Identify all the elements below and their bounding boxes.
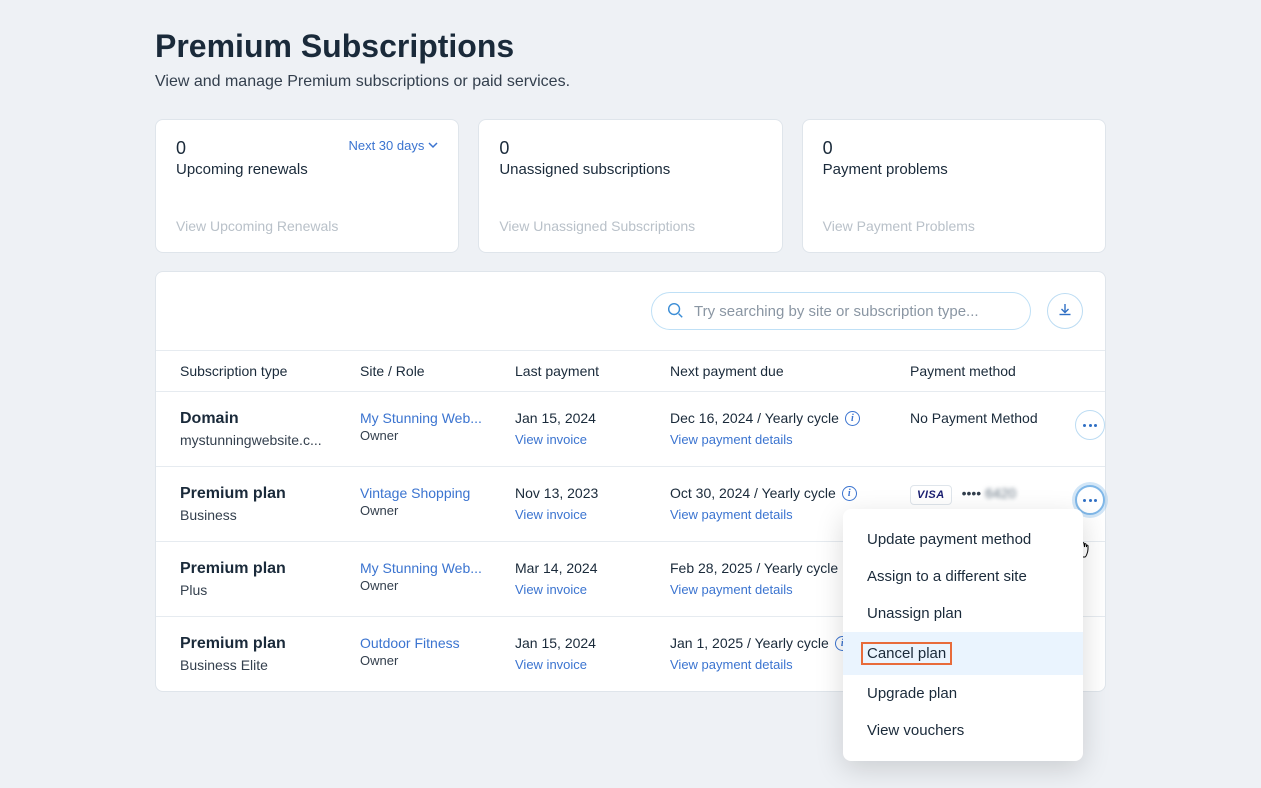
summary-cards: 0 Upcoming renewals Next 30 days View Up… <box>155 119 1106 253</box>
more-icon <box>1083 499 1097 502</box>
card-unassigned-subscriptions: 0 Unassigned subscriptions View Unassign… <box>478 119 782 253</box>
download-button[interactable] <box>1047 293 1083 329</box>
site-link[interactable]: My Stunning Web... <box>360 560 500 576</box>
col-payment-method: Payment method <box>910 363 1075 379</box>
col-last-payment: Last payment <box>515 363 670 379</box>
view-payment-details-link[interactable]: View payment details <box>670 657 793 672</box>
page-subtitle: View and manage Premium subscriptions or… <box>155 73 1106 91</box>
last-payment-date: Mar 14, 2024 <box>515 560 670 576</box>
col-next-payment: Next payment due <box>670 363 910 379</box>
col-site-role: Site / Role <box>360 363 515 379</box>
table-row: Premium plan Business Vintage Shopping O… <box>156 467 1105 542</box>
role-label: Owner <box>360 428 515 443</box>
view-invoice-link[interactable]: View invoice <box>515 432 587 447</box>
page-title: Premium Subscriptions <box>155 28 1106 65</box>
subscription-subtype: Plus <box>180 582 360 598</box>
site-link[interactable]: My Stunning Web... <box>360 410 500 426</box>
role-label: Owner <box>360 503 515 518</box>
card-payment-problems: 0 Payment problems View Payment Problems <box>802 119 1106 253</box>
subscriptions-table: Subscription type Site / Role Last payme… <box>155 271 1106 692</box>
menu-upgrade-plan[interactable]: Upgrade plan <box>843 675 1083 712</box>
subscription-type: Premium plan <box>180 635 360 653</box>
view-invoice-link[interactable]: View invoice <box>515 507 587 522</box>
role-label: Owner <box>360 578 515 593</box>
card-count: 0 <box>176 138 308 159</box>
view-payment-details-link[interactable]: View payment details <box>670 582 793 597</box>
table-header: Subscription type Site / Role Last payme… <box>156 350 1105 392</box>
card-label: Unassigned subscriptions <box>499 161 670 178</box>
next-payment-text: Feb 28, 2025 / Yearly cycle <box>670 560 838 576</box>
card-link[interactable]: View Upcoming Renewals <box>176 218 438 234</box>
search-box[interactable] <box>651 292 1031 330</box>
menu-unassign-plan[interactable]: Unassign plan <box>843 595 1083 632</box>
last-payment-date: Jan 15, 2024 <box>515 635 670 651</box>
view-payment-details-link[interactable]: View payment details <box>670 432 793 447</box>
table-row: Domain mystunningwebsite.c... My Stunnin… <box>156 392 1105 467</box>
card-mask-dots: •••• <box>962 485 982 501</box>
menu-cancel-plan[interactable]: Cancel plan <box>843 632 1083 675</box>
view-invoice-link[interactable]: View invoice <box>515 657 587 672</box>
chevron-down-icon <box>428 138 438 153</box>
last-payment-date: Jan 15, 2024 <box>515 410 670 426</box>
menu-assign-site[interactable]: Assign to a different site <box>843 558 1083 595</box>
view-payment-details-link[interactable]: View payment details <box>670 507 793 522</box>
menu-cancel-plan-label: Cancel plan <box>861 642 952 665</box>
card-count: 0 <box>823 138 948 159</box>
last-payment-date: Nov 13, 2023 <box>515 485 670 501</box>
card-period-label: Next 30 days <box>348 138 424 153</box>
payment-method-card: VISA •••• 6420 <box>910 485 1075 505</box>
subscription-subtype: Business <box>180 507 360 523</box>
role-label: Owner <box>360 653 515 668</box>
card-upcoming-renewals: 0 Upcoming renewals Next 30 days View Up… <box>155 119 459 253</box>
card-count: 0 <box>499 138 670 159</box>
info-icon[interactable]: i <box>842 486 857 501</box>
subscription-subtype: mystunningwebsite.c... <box>180 432 360 448</box>
menu-view-vouchers[interactable]: View vouchers <box>843 712 1083 749</box>
card-brand-badge: VISA <box>910 485 952 505</box>
col-subscription-type: Subscription type <box>180 363 360 379</box>
card-link[interactable]: View Unassigned Subscriptions <box>499 218 761 234</box>
more-icon <box>1083 424 1097 427</box>
subscription-type: Premium plan <box>180 560 360 578</box>
search-icon <box>666 301 684 322</box>
info-icon[interactable]: i <box>845 411 860 426</box>
card-period-dropdown[interactable]: Next 30 days <box>348 138 438 153</box>
card-label: Payment problems <box>823 161 948 178</box>
site-link[interactable]: Outdoor Fitness <box>360 635 500 651</box>
site-link[interactable]: Vintage Shopping <box>360 485 500 501</box>
table-toolbar <box>156 272 1105 350</box>
view-invoice-link[interactable]: View invoice <box>515 582 587 597</box>
next-payment-text: Jan 1, 2025 / Yearly cycle <box>670 635 829 651</box>
row-actions-menu: Update payment method Assign to a differ… <box>843 509 1083 761</box>
subscription-type: Premium plan <box>180 485 360 503</box>
next-payment-text: Dec 16, 2024 / Yearly cycle <box>670 410 839 426</box>
card-link[interactable]: View Payment Problems <box>823 218 1085 234</box>
download-icon <box>1057 302 1073 321</box>
next-payment-text: Oct 30, 2024 / Yearly cycle <box>670 485 836 501</box>
more-actions-button[interactable] <box>1075 410 1105 440</box>
card-label: Upcoming renewals <box>176 161 308 178</box>
search-input[interactable] <box>694 303 1016 320</box>
subscription-type: Domain <box>180 410 360 428</box>
payment-method-text: No Payment Method <box>910 410 1075 426</box>
menu-update-payment[interactable]: Update payment method <box>843 521 1083 558</box>
subscription-subtype: Business Elite <box>180 657 360 673</box>
card-last-digits: 6420 <box>985 485 1016 501</box>
